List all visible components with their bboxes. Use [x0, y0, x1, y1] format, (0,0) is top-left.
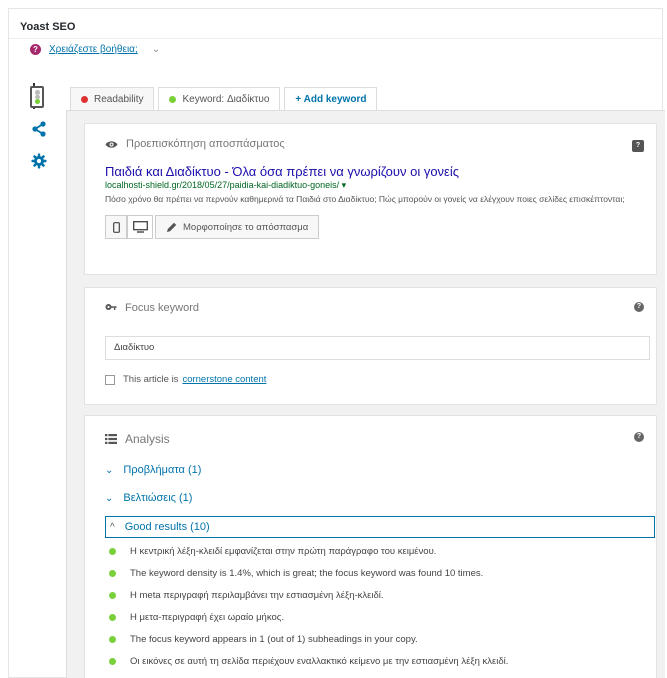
edit-snippet-button[interactable]: Μορφοποίησε το απόσπασμα [155, 215, 320, 239]
traffic-light-icon [30, 86, 44, 108]
key-icon [105, 304, 117, 310]
chevron-down-icon: ⌄ [105, 464, 114, 476]
improvements-label: Βελτιώσεις (1) [123, 492, 193, 504]
list-item: Οι εικόνες σε αυτή τη σελίδα περιέχουν ε… [105, 650, 636, 672]
result-text: Η κεντρική λέξη-κλειδί εμφανίζεται στην … [130, 545, 437, 557]
good-status-dot [109, 657, 116, 665]
analysis-panel: Analysis ? ⌄ Προβλήματα (1) ⌄ Βελτιώσεις… [84, 415, 657, 678]
list-item: The focus keyword appears in 1 (out of 1… [105, 628, 636, 650]
problems-label: Προβλήματα (1) [123, 464, 202, 476]
good-status-dot [109, 569, 116, 577]
improvements-toggle[interactable]: ⌄ Βελτιώσεις (1) [105, 488, 636, 508]
share-icon [32, 121, 46, 137]
analysis-tabs: Readability Keyword: Διαδίκτυο + Add key… [70, 87, 378, 111]
help-icon[interactable]: ? [634, 432, 644, 442]
content-analysis-button[interactable] [22, 82, 52, 112]
mobile-icon [112, 221, 120, 233]
result-text: Η μετα-περιγραφή έχει ωραίο μήκος. [130, 611, 284, 623]
result-text: Η meta περιγραφή περιλαμβάνει την εστιασ… [130, 589, 384, 601]
keyword-status-dot [169, 96, 177, 103]
pencil-icon [167, 222, 177, 232]
social-button[interactable] [24, 114, 54, 144]
good-status-dot [109, 613, 116, 621]
edit-snippet-label: Μορφοποίησε το απόσπασμα [183, 221, 309, 233]
result-text: Οι εικόνες σε αυτή τη σελίδα περιέχουν ε… [130, 655, 509, 667]
list-item: The keyword density is 1.4%, which is gr… [105, 562, 636, 584]
focus-keyword-title: Focus keyword [125, 302, 199, 314]
help-bar: ? Χρειάζεστε βοήθεια; ⌄ [30, 44, 160, 55]
list-item: Η κεντρική λέξη-κλειδί εμφανίζεται στην … [105, 540, 636, 562]
chevron-up-icon: ^ [110, 521, 115, 533]
analysis-header: Analysis [105, 432, 636, 446]
good-status-dot [109, 547, 116, 555]
cornerstone-checkbox[interactable] [105, 374, 115, 385]
help-icon[interactable]: ? [632, 140, 644, 152]
cornerstone-link[interactable]: cornerstone content [182, 374, 266, 385]
cornerstone-row: This article is cornerstone content [105, 374, 266, 385]
focus-keyword-panel: Focus keyword ? Διαδίκτυο This article i… [84, 287, 657, 405]
list-item: Η meta περιγραφή περιλαμβάνει την εστιασ… [105, 584, 636, 606]
help-icon: ? [30, 44, 41, 55]
snippet-preview-title: Προεπισκόπηση αποσπάσματος [126, 138, 285, 150]
tab-readability-label: Readability [94, 94, 144, 105]
list-item: Η μετα-περιγραφή έχει ωραίο μήκος. [105, 606, 636, 628]
tab-readability[interactable]: Readability [70, 87, 155, 111]
chevron-down-icon: ⌄ [105, 492, 114, 504]
good-results-label: Good results (10) [124, 521, 210, 533]
good-status-dot [109, 635, 116, 643]
mobile-preview-button[interactable] [105, 215, 127, 239]
focus-keyword-header: Focus keyword [105, 302, 636, 314]
snippet-controls: Μορφοποίησε το απόσπασμα [105, 215, 636, 239]
add-keyword-label: + Add keyword [295, 94, 367, 105]
help-icon[interactable]: ? [634, 302, 644, 312]
add-keyword-button[interactable]: + Add keyword [284, 87, 378, 111]
metabox-sidebar [24, 82, 64, 178]
desktop-preview-button[interactable] [127, 215, 153, 239]
analysis-title: Analysis [125, 432, 170, 446]
tab-keyword[interactable]: Keyword: Διαδίκτυο [158, 87, 281, 111]
snippet-preview-panel: Προεπισκόπηση αποσπάσματος ? Παιδιά και … [84, 123, 657, 275]
result-text: The keyword density is 1.4%, which is gr… [130, 567, 484, 579]
eye-icon [105, 140, 118, 148]
metabox-header[interactable]: Yoast SEO [9, 9, 662, 39]
problems-toggle[interactable]: ⌄ Προβλήματα (1) [105, 460, 636, 480]
good-status-dot [109, 591, 116, 599]
cornerstone-label: This article is [123, 374, 179, 385]
list-icon [105, 434, 117, 444]
focus-keyword-input[interactable]: Διαδίκτυο [105, 336, 650, 360]
snippet-url: localhosti-shield.gr/2018/05/27/paidia-k… [105, 180, 347, 190]
chevron-down-icon[interactable]: ⌄ [152, 44, 160, 55]
tab-content: Προεπισκόπηση αποσπάσματος ? Παιδιά και … [66, 110, 665, 678]
metabox-title: Yoast SEO [20, 21, 76, 33]
gear-icon [31, 153, 47, 169]
readability-status-dot [81, 96, 88, 103]
help-link[interactable]: Χρειάζεστε βοήθεια; [49, 44, 138, 55]
snippet-title[interactable]: Παιδιά και Διαδίκτυο - Όλα όσα πρέπει να… [105, 164, 636, 179]
good-results-list: Η κεντρική λέξη-κλειδί εμφανίζεται στην … [105, 540, 636, 672]
result-text: The focus keyword appears in 1 (out of 1… [130, 633, 418, 645]
tab-keyword-label: Keyword: Διαδίκτυο [182, 94, 270, 105]
desktop-icon [132, 221, 148, 233]
good-results-toggle[interactable]: ^ Good results (10) [105, 516, 655, 538]
snippet-description: Πόσο χρόνο θα πρέπει να περνούν καθημερι… [105, 194, 625, 204]
advanced-settings-button[interactable] [24, 146, 54, 176]
snippet-preview-toggle[interactable]: Προεπισκόπηση αποσπάσματος [105, 138, 636, 150]
